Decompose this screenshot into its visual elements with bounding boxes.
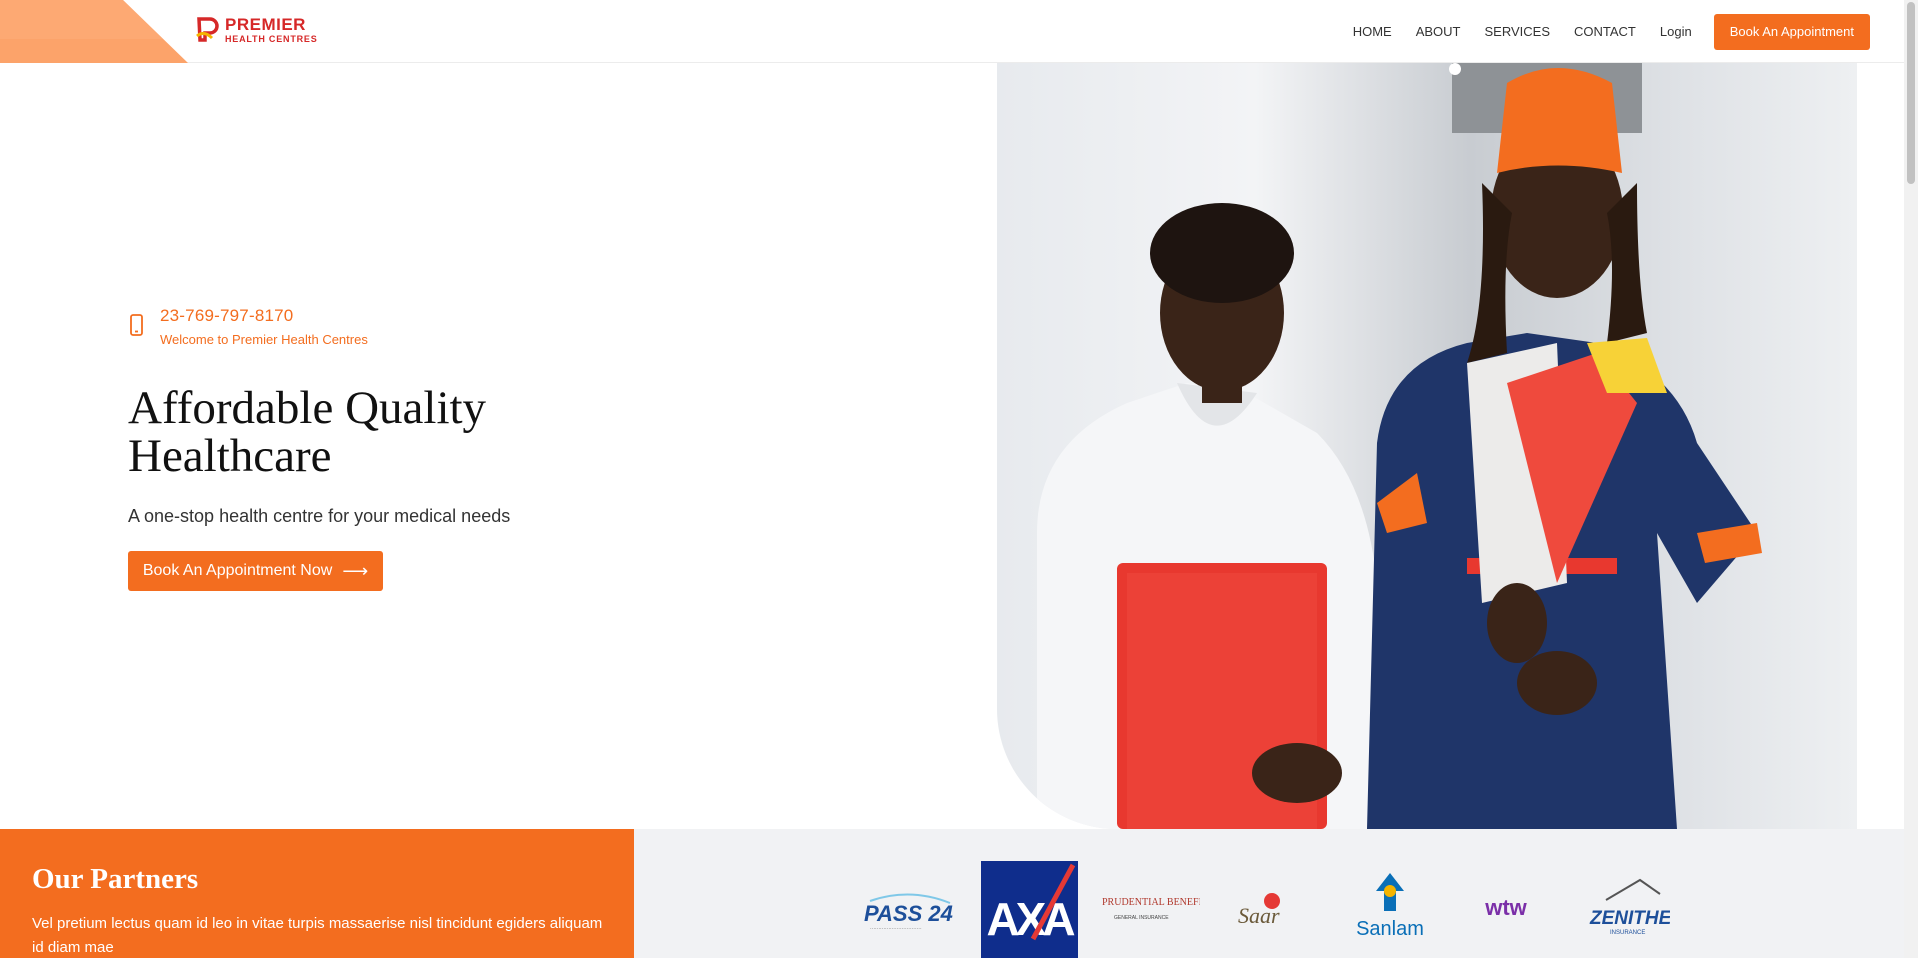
svg-text:······························: ······························· [870, 926, 922, 932]
logo-name-line1: PREMIER [225, 15, 306, 34]
scrollbar-thumb[interactable] [1907, 2, 1915, 184]
page-scrollbar[interactable] [1904, 0, 1918, 958]
partners-logos: PASS 24 ······························· … [634, 829, 1904, 958]
nav-item-login[interactable]: Login [1660, 24, 1692, 39]
phone-number[interactable]: 23-769-797-8170 [160, 306, 368, 326]
book-appointment-now-button[interactable]: Book An Appointment Now ⟶ [128, 551, 383, 591]
wtw-logo[interactable]: wtw [1476, 893, 1536, 923]
nav-item-contact[interactable]: CONTACT [1574, 24, 1636, 39]
welcome-text: Welcome to Premier Health Centres [160, 332, 368, 347]
site-header: PREMIER HEALTH CENTRES HOME ABOUT SERVIC… [0, 0, 1904, 63]
sanlam-logo[interactable]: Sanlam [1350, 871, 1430, 941]
hero-subtitle: A one-stop health centre for your medica… [128, 506, 511, 526]
svg-text:Saar: Saar [1238, 903, 1280, 928]
hero-button-label: Book An Appointment Now [142, 562, 333, 579]
arrow-right-icon: ⟶ [342, 560, 369, 581]
site-logo[interactable]: PREMIER HEALTH CENTRES [196, 14, 321, 46]
hero-title: Affordable Quality Healthcare [128, 382, 487, 482]
logo-name-line2: HEALTH CENTRES [225, 34, 318, 44]
axa-logo[interactable]: AXA [981, 861, 1078, 958]
premier-logo-icon [196, 17, 219, 42]
svg-text:Sanlam: Sanlam [1356, 918, 1424, 940]
partners-text: Vel pretium lectus quam id leo in vitae … [32, 915, 603, 956]
svg-text:wtw: wtw [1484, 895, 1527, 920]
page: PREMIER HEALTH CENTRES HOME ABOUT SERVIC… [0, 0, 1918, 958]
svg-text:PASS 24: PASS 24 [864, 901, 953, 926]
two-health-workers-illustration [1037, 63, 1762, 829]
nav-item-about[interactable]: ABOUT [1416, 24, 1461, 39]
partners-title: Our Partners [32, 863, 199, 895]
svg-text:GENERAL INSURANCE: GENERAL INSURANCE [1114, 915, 1169, 921]
partners-intro: Our Partners Vel pretium lectus quam id … [0, 829, 634, 958]
svg-text:AXA: AXA [986, 893, 1074, 945]
svg-text:INSURANCE: INSURANCE [1610, 930, 1645, 936]
nav-item-services[interactable]: SERVICES [1484, 24, 1550, 39]
zenithe-logo[interactable]: ZENITHE INSURANCE [1586, 876, 1670, 938]
pass24-logo[interactable]: PASS 24 ······························· [860, 889, 958, 933]
book-appointment-button[interactable]: Book An Appointment [1713, 13, 1870, 50]
prudential-beneficial-logo[interactable]: PRUDENTIAL BENEFICIAL GENERAL INSURANCE [1100, 889, 1200, 925]
svg-text:ZENITHE: ZENITHE [1589, 908, 1670, 929]
svg-text:PRUDENTIAL BENEFICIAL: PRUDENTIAL BENEFICIAL [1102, 897, 1200, 908]
hero-photo [997, 63, 1857, 829]
main-nav: HOME ABOUT SERVICES CONTACT Login Book A… [1329, 0, 1870, 63]
header-corner-decoration [0, 0, 188, 63]
hero-contact: 23-769-797-8170 Welcome to Premier Healt… [128, 306, 368, 347]
phone-icon [130, 314, 143, 336]
saar-logo[interactable]: Saar [1230, 889, 1302, 931]
nav-item-home[interactable]: HOME [1353, 24, 1392, 39]
